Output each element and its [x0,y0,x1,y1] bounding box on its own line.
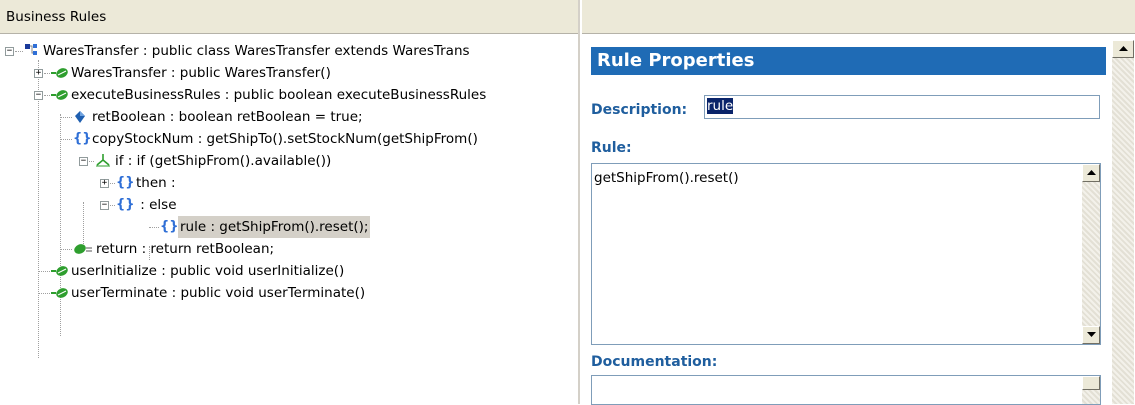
block-icon: {} [73,131,92,146]
rule-properties-panel: Rule Properties Description: rule Rule: … [582,0,1135,405]
documentation-textarea[interactable] [591,375,1101,405]
scroll-up-button[interactable] [1112,40,1134,58]
arrow-down-icon [1087,332,1096,337]
tree-node-then[interactable]: then : [134,172,178,194]
tree-line [149,227,159,228]
rule-text: getShipFrom().reset() [594,170,739,186]
return-icon [74,244,92,254]
method-icon [51,288,68,298]
collapse-icon[interactable]: − [34,91,43,100]
tree-line [38,293,50,294]
properties-header [582,0,1135,34]
tree-node-return[interactable]: return : return retBoolean; [94,238,276,260]
tree-line [60,117,72,118]
tree-line [15,51,23,52]
business-rules-header: Business Rules [0,0,578,34]
if-icon [96,154,110,167]
panel-scrollbar[interactable] [1112,40,1134,404]
rules-tree[interactable]: − WaresTransfer : public class WaresTran… [0,40,578,404]
scroll-down-button[interactable] [1082,326,1100,344]
tree-node-root[interactable]: WaresTransfer : public class WaresTransf… [41,40,472,62]
business-rules-panel: Business Rules − WaresTransfer : public … [0,0,580,404]
block-icon: {} [160,219,179,234]
tree-node-userterminate[interactable]: userTerminate : public void userTerminat… [69,282,367,304]
tree-line [110,183,115,184]
arrow-up-icon [1087,170,1096,175]
tree-line [60,249,72,250]
scroll-up-button[interactable] [1082,164,1100,182]
field-icon [75,111,85,123]
collapse-icon[interactable]: − [100,201,109,210]
class-icon [25,44,37,55]
documentation-scrollbar[interactable] [1082,376,1100,404]
tree-node-else[interactable]: : else [134,194,179,216]
description-label: Description: [591,102,688,118]
expand-icon[interactable]: + [34,69,43,78]
tree-node-execute[interactable]: executeBusinessRules : public boolean ex… [69,84,488,106]
business-rules-title: Business Rules [6,9,107,25]
method-icon [51,90,68,100]
tree-line [44,73,50,74]
collapse-icon[interactable]: − [79,157,88,166]
tree-line [110,205,115,206]
arrow-up-icon [1119,46,1128,51]
tree-line [83,202,84,246]
tree-node-constructor[interactable]: WaresTransfer : public WaresTransfer() [69,62,333,84]
tree-line [60,139,72,140]
tree-node-rule[interactable]: rule : getShipFrom().reset(); [178,216,371,238]
tree-line [89,161,94,162]
documentation-label: Documentation: [591,354,718,370]
rule-properties-title: Rule Properties [591,47,1106,75]
tree-line [44,95,50,96]
rule-textarea[interactable]: getShipFrom().reset() [591,163,1101,345]
tree-node-userinitialize[interactable]: userInitialize : public void userInitial… [69,260,346,282]
collapse-icon[interactable]: − [5,47,14,56]
block-icon: {} [116,197,135,212]
description-value: rule [707,98,734,114]
tree-node-if[interactable]: if : if (getShipFrom().available()) [113,150,333,172]
tree-line [60,114,61,336]
method-icon [51,68,68,78]
tree-line [38,60,39,358]
method-icon [51,266,68,276]
expand-icon[interactable]: + [100,179,109,188]
tree-line [38,271,50,272]
block-icon: {} [116,175,135,190]
rule-scrollbar[interactable] [1082,164,1100,344]
scroll-up-button[interactable] [1082,376,1100,390]
tree-node-copystock[interactable]: copyStockNum : getShipTo().setStockNum(g… [90,128,480,150]
rule-label: Rule: [591,140,632,156]
tree-node-retboolean[interactable]: retBoolean : boolean retBoolean = true; [90,106,365,128]
description-field[interactable]: rule [704,95,1100,119]
